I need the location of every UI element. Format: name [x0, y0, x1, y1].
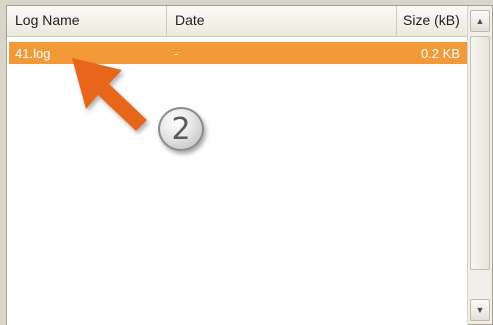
scroll-down-arrow-icon[interactable]: ▼ [470, 299, 490, 321]
log-list: 41.log - 0.2 KB [7, 37, 468, 325]
column-header-log-name[interactable]: Log Name [7, 6, 167, 36]
column-header-size[interactable]: Size (kB) [397, 6, 468, 36]
log-date-cell: - [174, 45, 179, 61]
scrollbar-thumb[interactable] [470, 36, 490, 270]
vertical-scrollbar[interactable]: ▲ ▼ [467, 6, 492, 324]
step-number-badge: 2 [158, 107, 204, 151]
table-row-selected[interactable]: 41.log - 0.2 KB [9, 42, 468, 64]
log-list-panel: Log Name Date Size (kB) 41.log - 0.2 KB … [6, 5, 493, 325]
column-header-date[interactable]: Date [167, 6, 397, 36]
scroll-up-arrow-icon[interactable]: ▲ [470, 10, 490, 32]
log-size-cell: 0.2 KB [420, 45, 460, 61]
log-name-cell: 41.log [15, 45, 51, 61]
list-header: Log Name Date Size (kB) [7, 6, 468, 37]
